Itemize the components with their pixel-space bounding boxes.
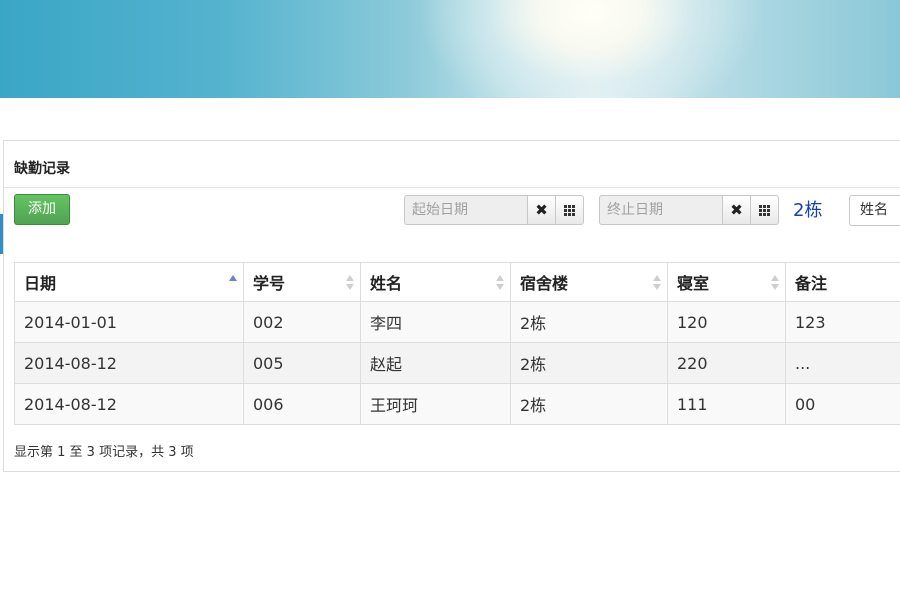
end-date-input[interactable] bbox=[599, 195, 723, 225]
column-header[interactable]: 寝室 bbox=[667, 262, 786, 302]
column-header-label: 姓名 bbox=[370, 274, 403, 293]
table-cell: 王珂珂 bbox=[360, 383, 511, 425]
table-cell: 2014-08-12 bbox=[14, 342, 244, 384]
clear-end-date-button[interactable]: ✖ bbox=[723, 195, 751, 225]
pagination-info: 显示第 1 至 3 项记录，共 3 项 bbox=[14, 445, 194, 460]
search-field-select[interactable]: 姓名 bbox=[849, 195, 900, 226]
sort-icon[interactable] bbox=[653, 274, 661, 292]
start-date-input[interactable] bbox=[404, 195, 528, 225]
table-cell: 2栋 bbox=[510, 342, 668, 384]
table-cell: 2栋 bbox=[510, 301, 668, 343]
sort-icon[interactable] bbox=[496, 274, 504, 292]
close-icon: ✖ bbox=[730, 201, 743, 219]
close-icon: ✖ bbox=[535, 201, 548, 219]
start-date-picker-button[interactable] bbox=[556, 195, 584, 225]
sort-icon[interactable] bbox=[229, 274, 237, 292]
table-cell: 002 bbox=[243, 301, 361, 343]
calendar-grid-icon bbox=[759, 204, 770, 216]
table-cell: 220 bbox=[667, 342, 786, 384]
absence-records-panel: 缺勤记录 添加 ✖ ✖ 2栋 姓名 bbox=[3, 140, 900, 472]
table-cell: 111 bbox=[667, 383, 786, 425]
table-body: 2014-01-01 002 李四 2栋 120 123 2014-08-12 005 赵起 2栋… bbox=[14, 301, 900, 425]
table-cell: 2014-08-12 bbox=[14, 383, 244, 425]
column-header[interactable]: 宿舍楼 bbox=[510, 262, 668, 302]
column-header-label: 寝室 bbox=[677, 274, 710, 293]
header-banner bbox=[0, 0, 900, 98]
column-header-label: 宿舍楼 bbox=[520, 274, 569, 293]
table-cell: 120 bbox=[667, 301, 786, 343]
clear-start-date-button[interactable]: ✖ bbox=[528, 195, 556, 225]
table-cell: 2014-01-01 bbox=[14, 301, 244, 343]
panel-title: 缺勤记录 bbox=[14, 161, 70, 177]
end-date-group: ✖ bbox=[599, 195, 779, 225]
table-cell: 赵起 bbox=[360, 342, 511, 384]
table-row[interactable]: 2014-01-01 002 李四 2栋 120 123 bbox=[14, 301, 900, 343]
building-filter-label[interactable]: 2栋 bbox=[793, 196, 822, 222]
column-header[interactable]: 学号 bbox=[243, 262, 361, 302]
table-cell: 123 bbox=[785, 301, 900, 343]
column-header-label: 备注 bbox=[795, 274, 828, 293]
column-header-label: 学号 bbox=[253, 274, 286, 293]
end-date-picker-button[interactable] bbox=[751, 195, 779, 225]
table-header-row: 日期 学号 姓名 宿舍楼 寝室 备注 bbox=[14, 262, 900, 302]
sort-icon[interactable] bbox=[346, 274, 354, 292]
table-cell: 李四 bbox=[360, 301, 511, 343]
panel-divider bbox=[4, 187, 900, 188]
table-row[interactable]: 2014-08-12 005 赵起 2栋 220... bbox=[14, 342, 900, 384]
add-button[interactable]: 添加 bbox=[14, 194, 70, 225]
column-header[interactable]: 备注 bbox=[785, 262, 900, 302]
sort-icon[interactable] bbox=[771, 274, 779, 292]
table-cell: 005 bbox=[243, 342, 361, 384]
column-header[interactable]: 姓名 bbox=[360, 262, 511, 302]
start-date-group: ✖ bbox=[404, 195, 584, 225]
table-cell: 006 bbox=[243, 383, 361, 425]
calendar-grid-icon bbox=[564, 204, 575, 216]
records-table: 日期 学号 姓名 宿舍楼 寝室 备注 2014-01-01 002 李四 2栋 120 123 201… bbox=[14, 262, 900, 425]
table-cell: 2栋 bbox=[510, 383, 668, 425]
table-cell: 00 bbox=[785, 383, 900, 425]
records-table-container: 日期 学号 姓名 宿舍楼 寝室 备注 2014-01-01 002 李四 2栋 120 123 201… bbox=[14, 262, 900, 425]
table-cell: ... bbox=[785, 342, 900, 384]
column-header[interactable]: 日期 bbox=[14, 262, 244, 302]
column-header-label: 日期 bbox=[24, 274, 57, 293]
table-row[interactable]: 2014-08-12 006 王珂珂 2栋 111 00 bbox=[14, 383, 900, 425]
